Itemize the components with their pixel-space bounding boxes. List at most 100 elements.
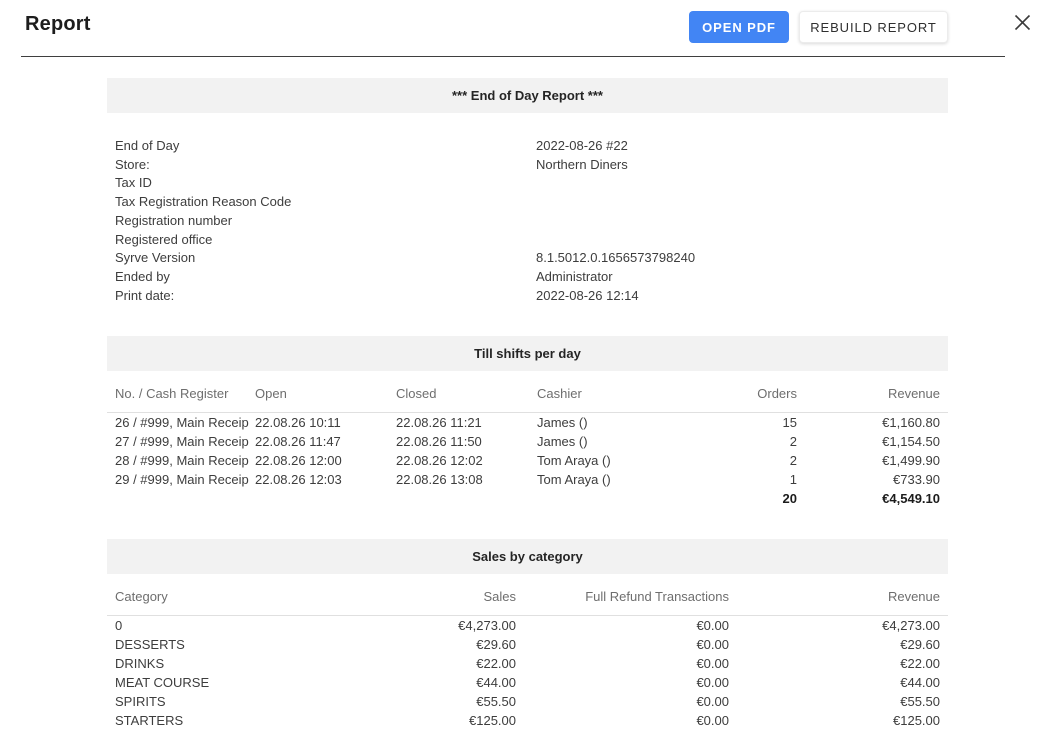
section-header-sales-by-category: Sales by category	[107, 539, 948, 574]
cell-cashier: Tom Araya ()	[537, 451, 677, 470]
cell-full-refund: €0.00	[516, 711, 729, 730]
cell-cashier: Tom Araya ()	[537, 470, 677, 489]
cell-orders: 1	[677, 470, 797, 489]
cell-category: STARTERS	[107, 711, 307, 730]
cell-sales-revenue: €55.50	[729, 692, 948, 711]
cell-sales: €125.00	[307, 711, 516, 730]
cell-open: 22.08.26 12:00	[255, 451, 396, 470]
cell-open: 22.08.26 12:03	[255, 470, 396, 489]
column-header-open: Open	[255, 371, 396, 413]
info-value: 2022-08-26 12:14	[536, 287, 639, 306]
column-header-sales: Sales	[307, 574, 516, 616]
cell-sales-revenue: €29.60	[729, 635, 948, 654]
cell-open: 22.08.26 11:47	[255, 432, 396, 451]
cell-cash-register: 29 / #999, Main Receip	[107, 470, 255, 489]
cell-sales-revenue: €125.00	[729, 711, 948, 730]
cell-category: DESSERTS	[107, 635, 307, 654]
cell-sales: €4,273.00	[307, 616, 516, 636]
column-header-cash-register: No. / Cash Register	[107, 371, 255, 413]
info-row: Tax ID	[107, 174, 948, 193]
totals-revenue: €4,549.10	[797, 489, 948, 508]
cell-full-refund: €0.00	[516, 692, 729, 711]
cell-full-refund: €0.00	[516, 635, 729, 654]
info-row: End of Day 2022-08-26 #22	[107, 137, 948, 156]
info-row: Store: Northern Diners	[107, 156, 948, 175]
info-label: Syrve Version	[115, 249, 536, 268]
cell-full-refund: €0.00	[516, 673, 729, 692]
info-row: Ended by Administrator	[107, 268, 948, 287]
open-pdf-button[interactable]: OPEN PDF	[689, 11, 789, 43]
cell-category: SPIRITS	[107, 692, 307, 711]
cell-revenue: €1,160.80	[797, 413, 948, 433]
sales-category-row: STARTERS €125.00 €0.00 €125.00	[107, 711, 948, 730]
column-header-full-refund: Full Refund Transactions	[516, 574, 729, 616]
cell-sales-revenue: €4,273.00	[729, 616, 948, 636]
cell-orders: 15	[677, 413, 797, 433]
cell-category: DRINKS	[107, 654, 307, 673]
sales-category-row: DESSERTS €29.60 €0.00 €29.60	[107, 635, 948, 654]
column-header-category: Category	[107, 574, 307, 616]
info-label: Print date:	[115, 287, 536, 306]
till-shift-row: 27 / #999, Main Receip 22.08.26 11:47 22…	[107, 432, 948, 451]
info-row: Print date: 2022-08-26 12:14	[107, 287, 948, 306]
cell-revenue: €733.90	[797, 470, 948, 489]
till-shift-row: 28 / #999, Main Receip 22.08.26 12:00 22…	[107, 451, 948, 470]
sales-category-row: DRINKS €22.00 €0.00 €22.00	[107, 654, 948, 673]
cell-sales: €55.50	[307, 692, 516, 711]
info-row: Syrve Version 8.1.5012.0.1656573798240	[107, 249, 948, 268]
till-shifts-header-row: No. / Cash Register Open Closed Cashier …	[107, 371, 948, 413]
column-header-revenue: Revenue	[797, 371, 948, 413]
cell-revenue: €1,499.90	[797, 451, 948, 470]
cell-full-refund: €0.00	[516, 654, 729, 673]
info-value: Administrator	[536, 268, 613, 287]
info-label: Store:	[115, 156, 536, 175]
cell-category: 0	[107, 616, 307, 636]
till-shift-row: 26 / #999, Main Receip 22.08.26 10:11 22…	[107, 413, 948, 433]
cell-sales: €44.00	[307, 673, 516, 692]
dialog-title: Report	[25, 13, 91, 36]
cell-closed: 22.08.26 11:21	[396, 413, 537, 433]
info-row: Tax Registration Reason Code	[107, 193, 948, 212]
close-button[interactable]	[1008, 8, 1036, 36]
till-shifts-table: No. / Cash Register Open Closed Cashier …	[107, 371, 948, 508]
header-divider	[21, 56, 1005, 57]
cell-sales-revenue: €22.00	[729, 654, 948, 673]
report-body: *** End of Day Report *** End of Day 202…	[107, 78, 948, 730]
info-row: Registration number	[107, 212, 948, 231]
report-dialog: Report OPEN PDF REBUILD REPORT *** End o…	[0, 0, 1051, 730]
column-header-closed: Closed	[396, 371, 537, 413]
cell-cashier: James ()	[537, 432, 677, 451]
till-shift-row: 29 / #999, Main Receip 22.08.26 12:03 22…	[107, 470, 948, 489]
info-label: Registration number	[115, 212, 536, 231]
info-value: Northern Diners	[536, 156, 628, 175]
cell-full-refund: €0.00	[516, 616, 729, 636]
info-row: Registered office	[107, 231, 948, 250]
cell-orders: 2	[677, 451, 797, 470]
close-icon	[1014, 14, 1031, 31]
rebuild-report-button[interactable]: REBUILD REPORT	[799, 11, 948, 43]
column-header-cashier: Cashier	[537, 371, 677, 413]
section-header-end-of-day: *** End of Day Report ***	[107, 78, 948, 113]
cell-category: MEAT COURSE	[107, 673, 307, 692]
column-header-sales-revenue: Revenue	[729, 574, 948, 616]
sales-category-row: 0 €4,273.00 €0.00 €4,273.00	[107, 616, 948, 636]
info-label: End of Day	[115, 137, 536, 156]
sales-category-row: MEAT COURSE €44.00 €0.00 €44.00	[107, 673, 948, 692]
cell-closed: 22.08.26 11:50	[396, 432, 537, 451]
cell-revenue: €1,154.50	[797, 432, 948, 451]
cell-cash-register: 28 / #999, Main Receip	[107, 451, 255, 470]
cell-cashier: James ()	[537, 413, 677, 433]
info-label: Tax Registration Reason Code	[115, 193, 536, 212]
cell-cash-register: 27 / #999, Main Receip	[107, 432, 255, 451]
info-value: 8.1.5012.0.1656573798240	[536, 249, 695, 268]
info-label: Registered office	[115, 231, 536, 250]
cell-closed: 22.08.26 12:02	[396, 451, 537, 470]
report-info-block: End of Day 2022-08-26 #22 Store: Norther…	[107, 137, 948, 305]
cell-sales: €22.00	[307, 654, 516, 673]
totals-orders: 20	[677, 489, 797, 508]
cell-open: 22.08.26 10:11	[255, 413, 396, 433]
section-header-till-shifts: Till shifts per day	[107, 336, 948, 371]
cell-sales: €29.60	[307, 635, 516, 654]
cell-cash-register: 26 / #999, Main Receip	[107, 413, 255, 433]
sales-category-row: SPIRITS €55.50 €0.00 €55.50	[107, 692, 948, 711]
